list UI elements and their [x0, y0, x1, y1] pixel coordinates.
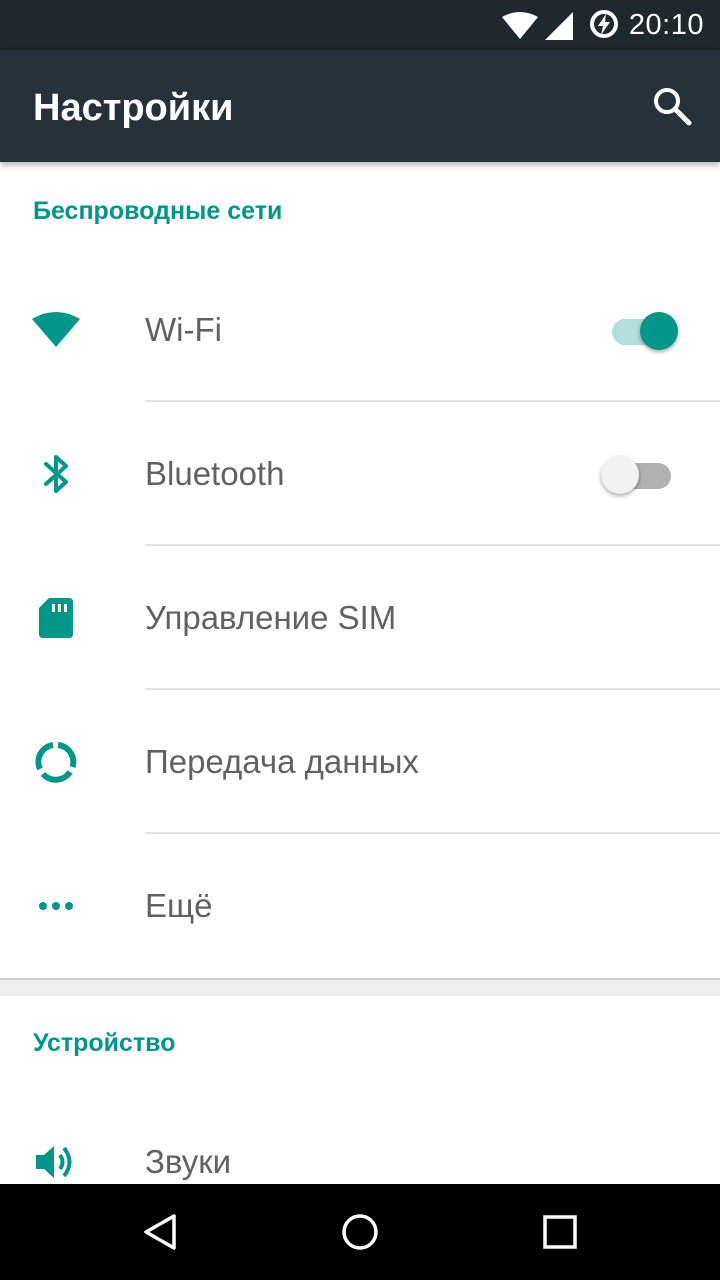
recents-icon: [543, 1215, 577, 1249]
status-time: 20:10: [628, 9, 704, 41]
search-icon[interactable]: [652, 86, 692, 126]
data-usage-icon: [30, 736, 82, 788]
volume-icon: [30, 1136, 82, 1188]
page-title: Настройки: [33, 87, 234, 129]
settings-item-label: Wi-Fi: [145, 311, 222, 348]
settings-item-wifi[interactable]: Wi-Fi: [0, 258, 720, 402]
sim-card-icon: [30, 592, 82, 644]
settings-item-label: Ещё: [145, 887, 213, 924]
settings-item-label: Bluetooth: [145, 455, 285, 492]
settings-item-label: Передача данных: [145, 743, 419, 780]
toggle-thumb: [640, 312, 678, 350]
toggle-thumb: [601, 456, 639, 494]
settings-item-label: Звуки: [145, 1143, 232, 1180]
bluetooth-icon: [30, 448, 82, 500]
settings-item-sim[interactable]: Управление SIM: [0, 546, 720, 690]
back-icon: [144, 1214, 176, 1250]
wifi-icon: [502, 12, 538, 39]
settings-item-label: Управление SIM: [145, 599, 397, 636]
settings-item-more[interactable]: Ещё: [0, 834, 720, 978]
signal-icon: [545, 12, 573, 40]
settings-item-data-usage[interactable]: Передача данных: [0, 690, 720, 834]
battery-charging-icon: [590, 10, 618, 38]
wifi-icon: [30, 304, 82, 356]
more-icon: [30, 880, 82, 932]
home-icon: [342, 1214, 378, 1250]
bluetooth-toggle[interactable]: [601, 454, 671, 494]
back-button[interactable]: [132, 1204, 188, 1260]
recents-button[interactable]: [532, 1204, 588, 1260]
app-toolbar: Настройки: [0, 50, 720, 162]
home-button[interactable]: [332, 1204, 388, 1260]
status-bar: 20:10: [0, 0, 720, 50]
navigation-bar: [0, 1184, 720, 1280]
wifi-toggle[interactable]: [612, 310, 682, 350]
section-divider: [0, 978, 720, 996]
section-header-wireless: Беспроводные сети: [33, 197, 283, 225]
settings-item-bluetooth[interactable]: Bluetooth: [0, 402, 720, 546]
section-header-device: Устройство: [33, 1029, 176, 1057]
